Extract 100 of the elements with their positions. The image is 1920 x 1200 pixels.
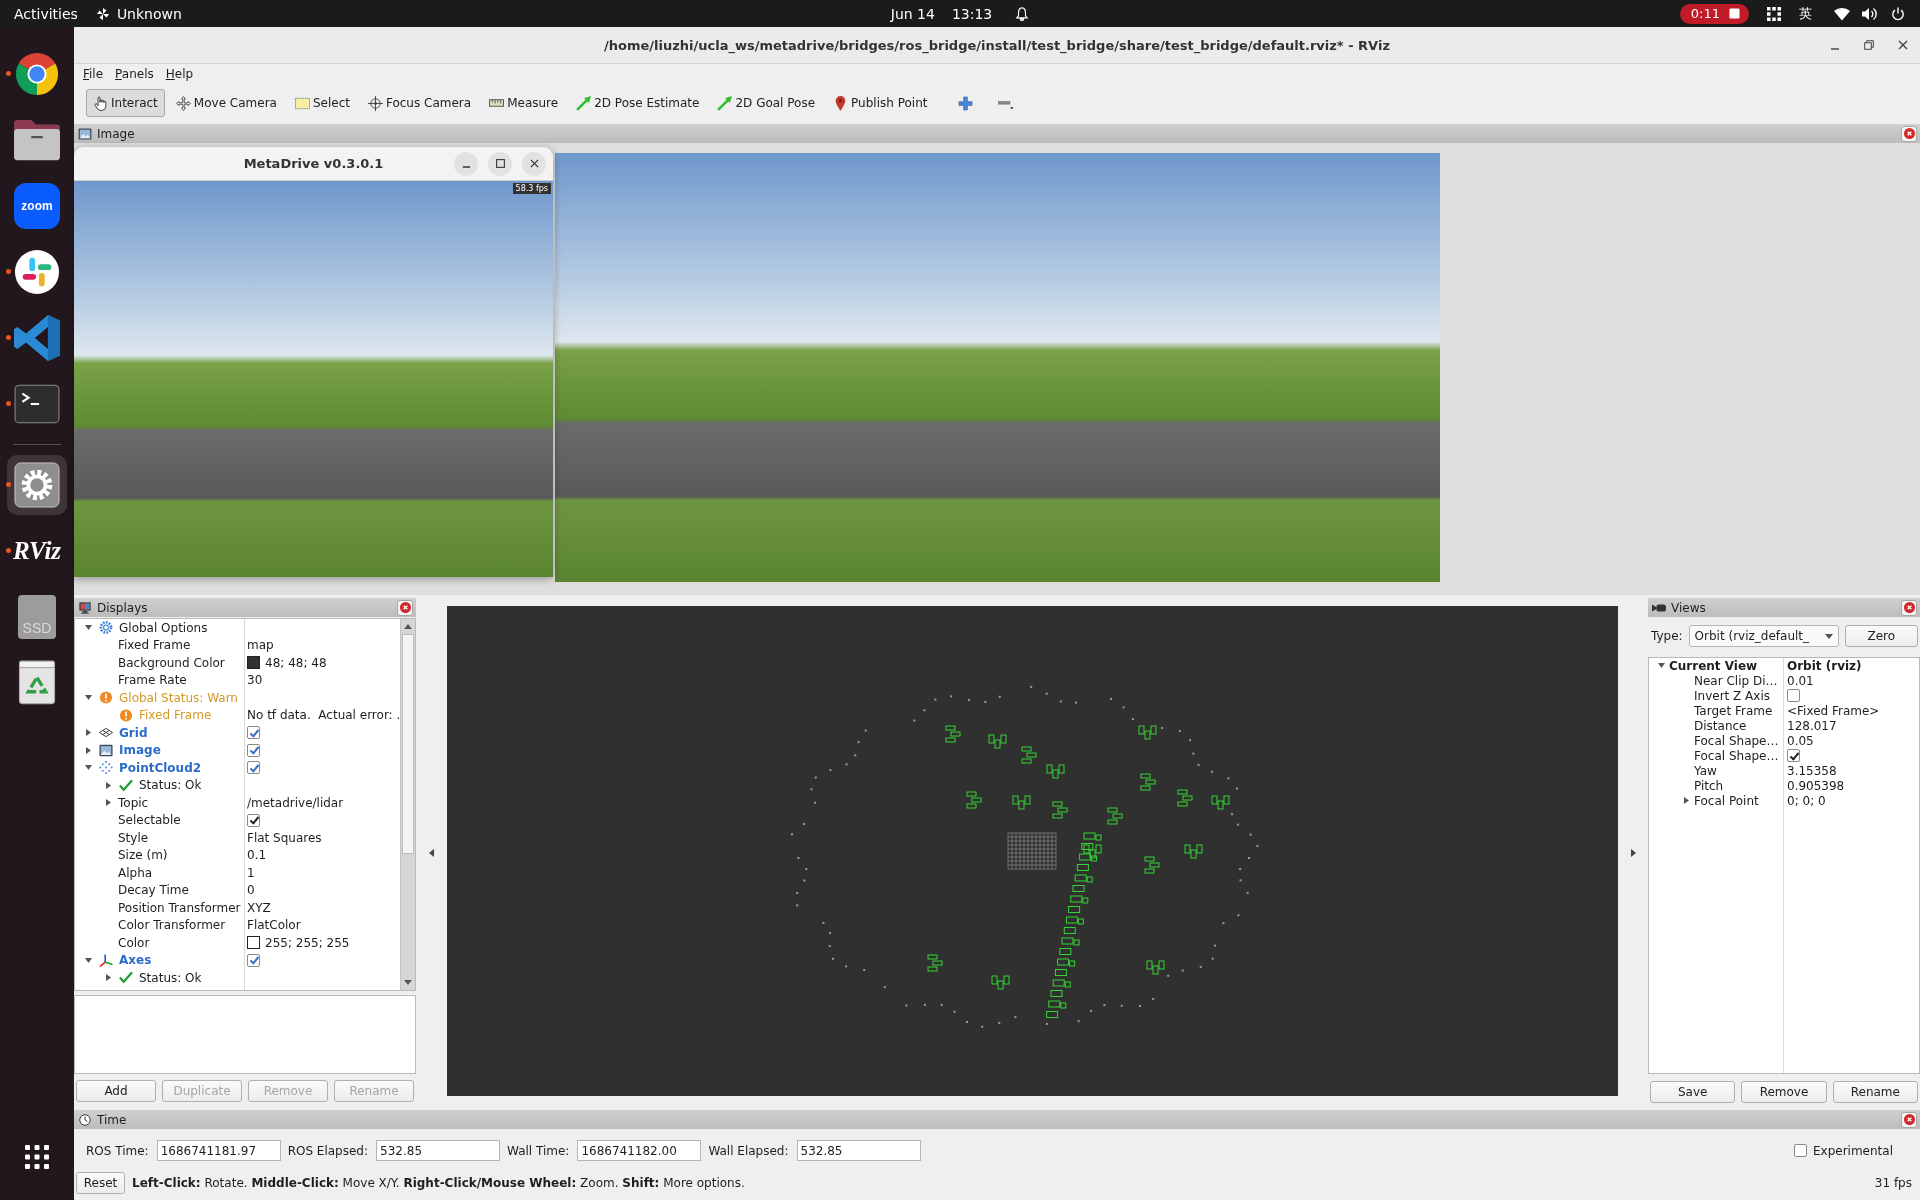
property-value[interactable]: Orbit (rviz) bbox=[1787, 658, 1862, 673]
tree-label[interactable]: Current View bbox=[1669, 658, 1758, 673]
plus-icon[interactable] bbox=[958, 95, 974, 111]
property-value[interactable]: /metadrive/lidar bbox=[247, 795, 344, 810]
recording-indicator[interactable]: 0:11 bbox=[1679, 3, 1749, 24]
scrollbar[interactable] bbox=[400, 619, 415, 990]
dock-item[interactable]: RViz bbox=[7, 521, 67, 581]
checkbox[interactable] bbox=[247, 953, 260, 967]
property-value[interactable]: <Fixed Frame> bbox=[1787, 703, 1880, 718]
tree-label[interactable]: Target Frame bbox=[1694, 703, 1773, 718]
caret-right-icon[interactable] bbox=[1630, 849, 1636, 857]
tree-label[interactable]: Invert Z Axis bbox=[1694, 688, 1770, 703]
activities-button[interactable]: Activities bbox=[8, 3, 84, 24]
tree-label[interactable]: Focal Shape… bbox=[1694, 748, 1779, 763]
caret-down-icon[interactable] bbox=[85, 957, 92, 963]
panel-button[interactable]: Add bbox=[76, 1080, 156, 1102]
tree-label[interactable]: Yaw bbox=[1694, 763, 1717, 778]
tree-label[interactable]: Status: Ok bbox=[139, 970, 202, 985]
property-value[interactable]: 128.017 bbox=[1787, 718, 1837, 733]
property-value[interactable]: No tf data. Actual error: . bbox=[247, 708, 400, 723]
color-swatch-icon[interactable] bbox=[247, 656, 260, 670]
tree-label[interactable]: Axes bbox=[119, 953, 152, 968]
tree-label[interactable]: Alpha bbox=[118, 865, 153, 880]
property-value[interactable]: 3.15358 bbox=[1787, 763, 1837, 778]
property-value[interactable]: map bbox=[247, 638, 274, 653]
caret-right-icon[interactable] bbox=[106, 974, 111, 982]
close-button[interactable] bbox=[522, 151, 546, 176]
panel-button[interactable]: Rename bbox=[1832, 1081, 1918, 1103]
caret-right-icon[interactable] bbox=[106, 781, 111, 789]
checkbox[interactable] bbox=[1787, 749, 1800, 762]
caret-left-icon[interactable] bbox=[429, 849, 434, 857]
property-value[interactable]: Flat Squares bbox=[247, 830, 322, 845]
type-dropdown[interactable]: Orbit (rviz_default_ bbox=[1688, 625, 1839, 647]
time-field[interactable]: 1686741181.97 bbox=[156, 1140, 281, 1161]
checkbox[interactable] bbox=[1787, 689, 1800, 702]
app-grid-icon[interactable] bbox=[25, 1145, 49, 1169]
checkbox[interactable] bbox=[1793, 1144, 1807, 1157]
caret-right-icon[interactable] bbox=[1683, 797, 1689, 804]
tree-label[interactable]: Distance bbox=[1694, 718, 1747, 733]
property-value[interactable]: 48; 48; 48 bbox=[265, 655, 327, 670]
caret-down-icon[interactable] bbox=[85, 695, 92, 701]
property-value[interactable]: 0.1 bbox=[247, 848, 267, 863]
tree-label[interactable]: Image bbox=[119, 743, 161, 758]
dots-grid-icon[interactable] bbox=[1767, 6, 1781, 21]
tree-label[interactable]: Near Clip Di… bbox=[1694, 673, 1778, 688]
tool-button[interactable]: Interact bbox=[86, 89, 165, 117]
zero-button[interactable]: Zero bbox=[1844, 625, 1918, 647]
property-value[interactable]: 0.05 bbox=[1787, 733, 1814, 748]
restore-icon[interactable] bbox=[1864, 40, 1874, 50]
property-value[interactable]: FlatColor bbox=[247, 918, 301, 933]
caret-down-icon[interactable] bbox=[85, 625, 92, 631]
tree-label[interactable]: Size (m) bbox=[118, 848, 168, 863]
tool-button[interactable]: Measure bbox=[482, 89, 566, 117]
caret-right-icon[interactable] bbox=[106, 799, 111, 807]
property-value[interactable]: 1 bbox=[247, 865, 255, 880]
app-menu[interactable]: Unknown bbox=[89, 3, 188, 24]
tree-label[interactable]: Selectable bbox=[118, 813, 181, 828]
property-value[interactable]: 0.01 bbox=[1787, 673, 1814, 688]
tree-label[interactable]: Topic bbox=[118, 795, 149, 810]
panel-button[interactable]: Remove bbox=[1741, 1081, 1827, 1103]
tool-button[interactable]: 2D Pose Estimate bbox=[569, 89, 707, 117]
menu-item[interactable]: File bbox=[77, 67, 110, 81]
tree-label[interactable]: Position Transformer bbox=[118, 900, 241, 915]
minimize-button[interactable] bbox=[454, 151, 478, 176]
tree-label[interactable]: Style bbox=[118, 830, 149, 845]
caret-down-icon[interactable] bbox=[1657, 663, 1665, 668]
tree-label[interactable]: Color bbox=[118, 935, 150, 950]
time-field[interactable]: 532.85 bbox=[796, 1140, 921, 1161]
tree-label[interactable]: Decay Time bbox=[118, 883, 189, 898]
tree-label[interactable]: Color Transformer bbox=[118, 918, 226, 933]
minimize-icon[interactable] bbox=[1830, 48, 1840, 50]
scroll-up-icon[interactable] bbox=[404, 624, 412, 629]
tree-label[interactable]: Pitch bbox=[1694, 778, 1724, 793]
caret-right-icon[interactable] bbox=[86, 746, 91, 754]
tool-button[interactable]: Select bbox=[287, 89, 357, 117]
tree-label[interactable]: Status: Ok bbox=[139, 778, 202, 793]
color-swatch-icon[interactable] bbox=[247, 936, 260, 950]
tree-label[interactable]: Focal Point bbox=[1694, 793, 1759, 808]
clock-button[interactable]: Jun 14 13:13 bbox=[884, 3, 1036, 24]
tree-label[interactable]: Fixed Frame bbox=[118, 638, 191, 653]
minus-icon[interactable] bbox=[997, 100, 1015, 110]
property-value[interactable]: 255; 255; 255 bbox=[265, 935, 350, 950]
tool-button[interactable]: Move Camera bbox=[168, 89, 284, 117]
tree-label[interactable]: Focal Shape… bbox=[1694, 733, 1779, 748]
time-field[interactable]: 532.85 bbox=[376, 1140, 501, 1161]
tree-label[interactable]: PointCloud2 bbox=[119, 760, 202, 775]
panel-button[interactable]: Save bbox=[1650, 1081, 1736, 1103]
dock-item[interactable] bbox=[7, 455, 67, 515]
scrollbar-thumb[interactable] bbox=[402, 634, 414, 854]
caret-down-icon[interactable] bbox=[85, 765, 92, 771]
reset-button[interactable]: Reset bbox=[76, 1171, 125, 1194]
tool-button[interactable]: 2D Goal Pose bbox=[710, 89, 823, 117]
property-value[interactable]: 0.905398 bbox=[1787, 778, 1845, 793]
property-value[interactable]: 0 bbox=[247, 883, 255, 898]
tree-label[interactable]: Background Color bbox=[118, 655, 225, 670]
checkbox[interactable] bbox=[247, 726, 260, 740]
menu-item[interactable]: Help bbox=[159, 67, 200, 81]
tree-label[interactable]: Grid bbox=[119, 725, 148, 740]
menu-item[interactable]: Panels bbox=[109, 67, 160, 81]
checkbox[interactable] bbox=[247, 743, 260, 757]
